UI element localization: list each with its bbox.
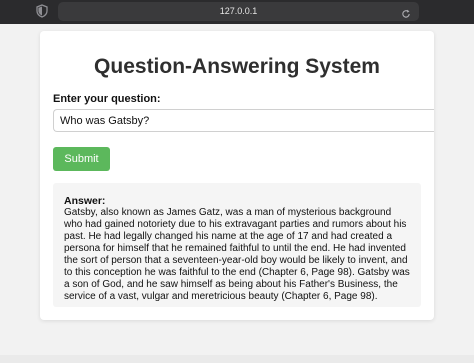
page-title: Question-Answering System <box>94 55 380 78</box>
question-label: Enter your question: <box>53 93 161 105</box>
answer-label: Answer: <box>64 195 106 207</box>
answer-box: Answer: Gatsby, also known as James Gatz… <box>53 183 421 307</box>
page-footer-strip <box>0 355 474 363</box>
reload-icon[interactable] <box>401 6 411 18</box>
browser-toolbar: 127.0.0.1 <box>0 0 474 24</box>
submit-button[interactable]: Submit <box>53 147 110 171</box>
answer-text: Gatsby, also known as James Gatz, was a … <box>64 207 410 302</box>
address-bar[interactable]: 127.0.0.1 <box>58 2 419 21</box>
question-input[interactable] <box>53 109 434 132</box>
shield-icon[interactable] <box>36 4 48 18</box>
url-text: 127.0.0.1 <box>219 6 258 16</box>
qa-card: Question-Answering System Enter your que… <box>40 31 434 320</box>
